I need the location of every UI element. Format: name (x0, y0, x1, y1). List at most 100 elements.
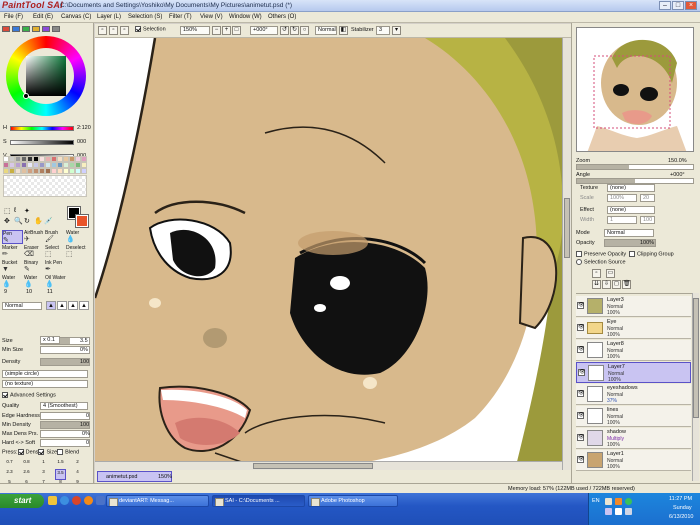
layer-visibility-icon[interactable]: 👁 (577, 390, 584, 397)
brush-tip-icon[interactable]: ▲ (46, 301, 56, 310)
rotate-left-icon[interactable]: ↺ (280, 26, 289, 35)
clear-layer-icon[interactable]: ◻ (612, 280, 621, 289)
advanced-settings-toggle[interactable]: Advanced Settings (2, 392, 56, 398)
mode-select[interactable]: Normal (604, 229, 654, 237)
layer-row[interactable]: 👁 shadow Multiply 100% (576, 428, 691, 449)
new-folder-icon[interactable]: ▭ (606, 269, 615, 278)
horizontal-scroll-thumb[interactable] (253, 463, 373, 469)
swatch-empty-area[interactable] (3, 175, 87, 197)
press-blend-checkbox[interactable] (57, 449, 64, 455)
tool-bucket[interactable]: Bucket ▼ (2, 260, 23, 274)
start-button[interactable]: start (0, 494, 44, 508)
brush-tip-icon[interactable]: ▲ (68, 301, 78, 310)
horizontal-scrollbar[interactable] (95, 461, 562, 470)
artwork-canvas[interactable] (95, 38, 571, 470)
menu-item[interactable]: Others (O) (268, 14, 296, 20)
lasso-icon[interactable]: ℓ (14, 207, 16, 214)
menu-item[interactable]: Canvas (C) (61, 14, 91, 20)
tool-airbrush[interactable]: AirBrush ✈ (24, 230, 45, 244)
taskbar-button[interactable]: Adobe Photoshop (308, 495, 398, 507)
merge-down-icon[interactable]: ⇩ (602, 280, 611, 289)
layer-visibility-icon[interactable]: 👁 (577, 412, 584, 419)
brush-texture-select[interactable]: (no texture) (2, 380, 88, 388)
zoom-out-icon[interactable]: − (212, 26, 221, 35)
hard-soft-slider[interactable] (40, 439, 90, 447)
taskbar-button[interactable]: deviantART: Messag... (106, 495, 209, 507)
vertical-scroll-thumb[interactable] (564, 198, 570, 258)
menu-item[interactable]: File (F) (4, 14, 23, 20)
file-tab[interactable]: animetut.psd 150% (97, 471, 172, 482)
minimize-button[interactable]: – (659, 1, 671, 10)
menu-item[interactable]: Window (W) (229, 14, 262, 20)
transfer-down-icon[interactable]: ⇊ (592, 280, 601, 289)
show-desktop-icon[interactable] (48, 496, 57, 505)
advanced-settings-checkbox[interactable] (2, 392, 8, 398)
blend-mode-field[interactable]: Normal (315, 26, 337, 35)
press-dens-checkbox[interactable] (17, 449, 24, 455)
layer-row[interactable]: 👁 Layer7 Normal 100% (576, 362, 691, 383)
quality-select[interactable]: 4 (Smoothest) (40, 402, 88, 410)
menu-item[interactable]: Edit (E) (33, 14, 53, 20)
layer-row[interactable]: 👁 lines Normal 100% (576, 406, 691, 427)
width-value[interactable]: 100 (640, 216, 655, 224)
selection-toggle[interactable]: Selection (133, 26, 168, 35)
brush-tip-icon[interactable]: ▲ (57, 301, 67, 310)
layer-row[interactable]: 👁 Eye Normal 100% (576, 318, 691, 339)
tray-icon-1[interactable] (605, 498, 612, 505)
layer-row[interactable]: 👁 eyeshadows Normal 37% (576, 384, 691, 405)
zoom-tool-icon[interactable]: 🔍 (14, 217, 23, 225)
delete-layer-icon[interactable]: 🗑 (622, 280, 631, 289)
layer-scroll-thumb[interactable] (693, 298, 699, 418)
select-rect-icon[interactable]: ⬚ (4, 207, 11, 215)
rotate-reset-icon[interactable]: ○ (300, 26, 309, 35)
rotate-right-icon[interactable]: ↻ (290, 26, 299, 35)
layer-visibility-icon[interactable]: 👁 (577, 434, 584, 441)
tool-binary[interactable]: Binary ✎ (24, 260, 45, 274)
brush-shape-select[interactable]: (simple circle) (2, 370, 88, 378)
edge-slider[interactable] (40, 412, 90, 420)
rotate-tool-icon[interactable]: ↻ (24, 217, 30, 225)
nav-zoom-slider[interactable] (576, 164, 694, 170)
zoom-field[interactable]: 150% (180, 26, 210, 35)
tool-deselect[interactable]: Deselect ⬚ (66, 245, 87, 259)
save-icon[interactable]: ▫ (120, 26, 129, 35)
selection-source-option[interactable]: Selection Source (576, 259, 626, 265)
vertical-scrollbar[interactable] (562, 38, 571, 470)
texture-select[interactable]: (none) (607, 184, 655, 192)
clipping-group-option[interactable]: Clipping Group (629, 251, 674, 257)
hand-icon[interactable]: ✋ (34, 217, 43, 225)
layer-scrollbar[interactable] (692, 293, 699, 481)
hsv-slider-icon[interactable] (22, 26, 30, 32)
maximize-button[interactable]: □ (672, 1, 684, 10)
firefox-icon[interactable] (84, 496, 93, 505)
tool-select[interactable]: Select ⬚ (45, 245, 66, 259)
tool-water[interactable]: Water 💧 (2, 275, 23, 289)
layer-visibility-icon[interactable]: 👁 (577, 456, 584, 463)
selection-checkbox[interactable] (135, 26, 141, 32)
selection-source-radio[interactable] (576, 259, 582, 265)
layer-row[interactable]: 👁 Layer1 Normal 100% (576, 450, 691, 471)
tool-water[interactable]: Water 💧 (66, 230, 87, 244)
brush-tip-icon[interactable]: ▲ (79, 301, 89, 310)
layer-visibility-icon[interactable]: 👁 (577, 324, 584, 331)
menu-item[interactable]: Filter (T) (169, 14, 192, 20)
layer-row[interactable]: 👁 Layer3 Normal 100% (576, 296, 691, 317)
flip-icon[interactable]: ◧ (339, 26, 348, 35)
navigator-preview[interactable] (576, 27, 694, 152)
user-color-icon[interactable] (42, 26, 50, 32)
browser-icon[interactable] (72, 496, 81, 505)
rotation-field[interactable]: +000° (250, 26, 278, 35)
swatch-icon[interactable] (32, 26, 40, 32)
rgb-slider-icon[interactable] (12, 26, 20, 32)
color-wheel[interactable] (6, 36, 86, 116)
zoom-fit-icon[interactable]: □ (232, 26, 241, 35)
open-icon[interactable]: ▫ (109, 26, 118, 35)
canvas-area[interactable] (95, 38, 571, 470)
network-icon[interactable] (625, 508, 632, 515)
tool-oil-water[interactable]: Oil Water 💧 (45, 275, 66, 289)
clipping-group-checkbox[interactable] (629, 251, 635, 257)
scale-field[interactable]: 100% (607, 194, 637, 202)
eyedropper-icon[interactable]: 💉 (44, 217, 53, 225)
tool-brush[interactable]: Brush 🖌 (45, 230, 66, 244)
move-icon[interactable]: ✥ (4, 217, 10, 225)
